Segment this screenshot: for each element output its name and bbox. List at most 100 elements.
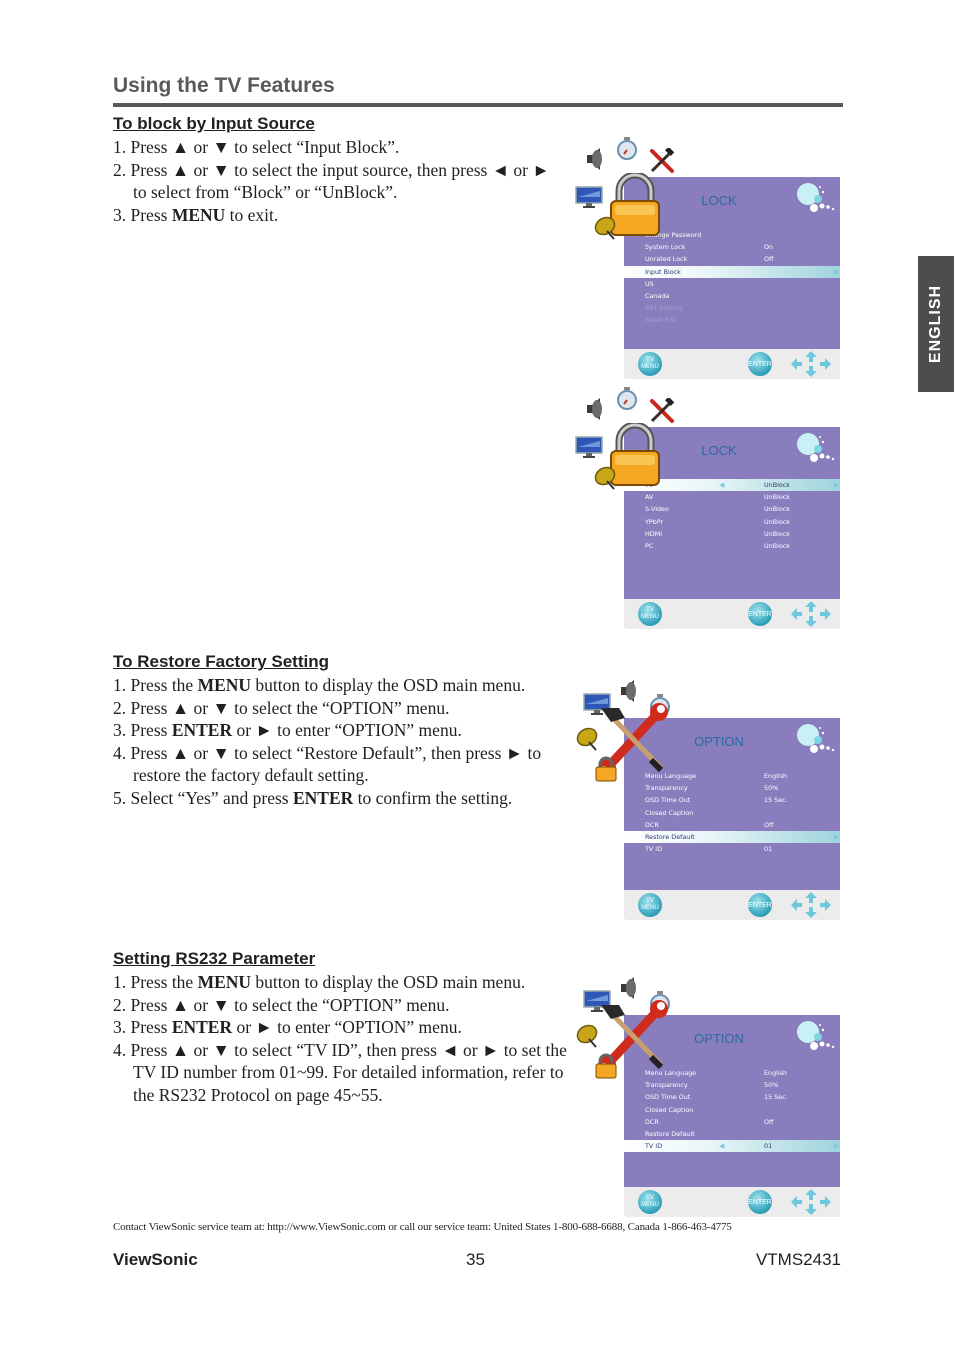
osd-row-value: 01: [764, 1142, 773, 1151]
osd-row-value: 50%: [764, 784, 779, 793]
dpad-arrows-icon[interactable]: [790, 1188, 832, 1216]
osd-row-value: English: [764, 772, 788, 780]
osd-menu-row[interactable]: DCR Off: [624, 819, 840, 831]
bubbles-decoration-icon: [797, 724, 835, 753]
osd-menu-row[interactable]: TV ID 01: [624, 843, 840, 855]
osd-row-value: 15 Sec.: [764, 1093, 788, 1102]
arrow-right-icon: ▶: [833, 481, 839, 489]
osd-menu-row[interactable]: DCR Off: [624, 1116, 840, 1128]
tv-menu-button[interactable]: TV MENU: [638, 1190, 662, 1214]
step-keyword: ENTER: [293, 787, 354, 808]
tv-menu-button-label: TV MENU: [641, 1195, 659, 1208]
step-item: 4. Press ▲ or ▼ to select “TV ID”, then …: [113, 1039, 573, 1107]
arrow-left-icon: ◀: [719, 481, 725, 489]
step-item: 1. Press the MENU button to display the …: [113, 971, 573, 994]
osd-footer-bar: TV MENU ENTER: [624, 349, 840, 379]
step-keyword: MENU: [197, 972, 252, 992]
tv-menu-button[interactable]: TV MENU: [638, 352, 662, 376]
osd-row-value: 01: [764, 845, 773, 854]
tv-menu-button[interactable]: TV MENU: [638, 893, 662, 917]
timer-icon: [616, 137, 638, 166]
osd-menu-row[interactable]: Restore Default: [624, 1128, 840, 1140]
osd-row-value: On: [764, 243, 774, 252]
osd-row-value: UnBlock: [764, 517, 791, 526]
lock-icon: [595, 756, 617, 787]
lock-icon: [595, 1053, 617, 1084]
osd-row-label: OSD Time Out: [645, 1093, 691, 1102]
tv-menu-button-label: TV MENU: [641, 357, 659, 370]
osd-menu-row[interactable]: Unrated Lock Off: [624, 253, 840, 265]
osd-menu-row[interactable]: RRT Setting: [624, 302, 840, 314]
bubbles-decoration-icon: [797, 1021, 835, 1050]
step-text: 1. Press ▲ or ▼ to select “Input Block”.: [113, 137, 400, 157]
step-text: 2. Press ▲ or ▼ to select the “OPTION” m…: [113, 994, 450, 1015]
step-text: 3. Press: [113, 720, 172, 741]
step-text: or ► to enter “OPTION” menu.: [232, 1017, 462, 1038]
step-keyword: ENTER: [171, 1017, 233, 1038]
osd-menu-row[interactable]: Restore Default ▶: [624, 830, 840, 844]
osd-menu-row[interactable]: US: [624, 278, 840, 290]
speaker-icon: [585, 397, 607, 426]
step-item: 2. Press ▲ or ▼ to select the “OPTION” m…: [113, 697, 573, 720]
arrow-left-icon: ◀: [719, 1142, 725, 1151]
step-text: 1. Press the: [113, 675, 198, 695]
step-text: to confirm the setting.: [353, 787, 513, 808]
side-tab-label: ENGLISH: [927, 284, 944, 364]
osd-menu-row[interactable]: OSD Time Out 15 Sec.: [624, 1091, 840, 1103]
tv-menu-button-label: TV MENU: [641, 607, 659, 620]
language-side-tab: ENGLISH: [918, 256, 954, 392]
step-item: 1. Press the MENU button to display the …: [113, 674, 573, 697]
step-text: button to display the OSD main menu.: [251, 972, 526, 992]
osd-row-label: Reset RRT: [645, 316, 678, 325]
osd-row-label: Unrated Lock: [645, 255, 688, 264]
enter-button[interactable]: ENTER: [748, 602, 772, 626]
enter-button[interactable]: ENTER: [748, 1190, 772, 1214]
osd-menu-row[interactable]: HDMI UnBlock: [624, 528, 840, 540]
osd-row-label: OSD Time Out: [645, 796, 691, 805]
section-heading-input-block: To block by Input Source: [113, 114, 315, 133]
osd-row-label: US: [645, 279, 654, 288]
osd-category-icons: [575, 973, 695, 1093]
osd-menu-row[interactable]: Reset RRT: [624, 314, 840, 326]
page-title: Using the TV Features: [113, 74, 335, 97]
contact-footer: Contact ViewSonic service team at: http:…: [113, 1221, 732, 1233]
osd-row-label: TV ID: [645, 845, 663, 854]
osd-row-value: UnBlock: [764, 541, 791, 550]
osd-category-icons: [575, 676, 695, 796]
enter-button-label: ENTER: [748, 360, 772, 368]
osd-menu-row[interactable]: PC UnBlock: [624, 540, 840, 552]
osd-footer-bar: TV MENU ENTER: [624, 890, 840, 920]
osd-menu-row[interactable]: Closed Caption: [624, 807, 840, 819]
osd-menu-row[interactable]: Input Block ▶: [624, 265, 840, 278]
osd-menu-row[interactable]: YPbPr UnBlock: [624, 516, 840, 528]
osd-row-value: Off: [764, 255, 774, 264]
arrow-right-icon: ▶: [833, 267, 839, 276]
enter-button[interactable]: ENTER: [748, 893, 772, 917]
speaker-icon: [585, 147, 607, 176]
osd-row-label: S-Video: [645, 505, 669, 514]
osd-menu-row[interactable]: Closed Caption: [624, 1104, 840, 1116]
title-divider: [113, 103, 843, 107]
osd-row-value: UnBlock: [764, 529, 791, 538]
tv-menu-button-label: TV MENU: [641, 898, 659, 911]
enter-button[interactable]: ENTER: [748, 352, 772, 376]
osd-menu-row[interactable]: OSD Time Out 15 Sec.: [624, 794, 840, 806]
osd-row-label: Canada: [645, 291, 670, 300]
timer-icon: [616, 387, 638, 416]
osd-menu-row[interactable]: Canada: [624, 290, 840, 302]
satellite-dish-icon: [575, 1023, 601, 1054]
osd-row-value: UnBlock: [764, 493, 791, 502]
dpad-arrows-icon[interactable]: [790, 600, 832, 628]
osd-menu-row[interactable]: TV ID ◀ 01 ▶: [624, 1140, 840, 1153]
tv-menu-button[interactable]: TV MENU: [638, 602, 662, 626]
dpad-arrows-icon[interactable]: [790, 350, 832, 378]
osd-footer-bar: TV MENU ENTER: [624, 599, 840, 629]
osd-menu-row[interactable]: S-Video UnBlock: [624, 503, 840, 515]
osd-row-value: Off: [764, 820, 774, 829]
tv-icon: [575, 435, 603, 464]
osd-row-label: HDMI: [645, 529, 663, 538]
arrow-right-icon: ▶: [833, 832, 839, 841]
enter-button-label: ENTER: [748, 610, 772, 618]
dpad-arrows-icon[interactable]: [790, 891, 832, 919]
step-keyword: ENTER: [171, 720, 233, 741]
